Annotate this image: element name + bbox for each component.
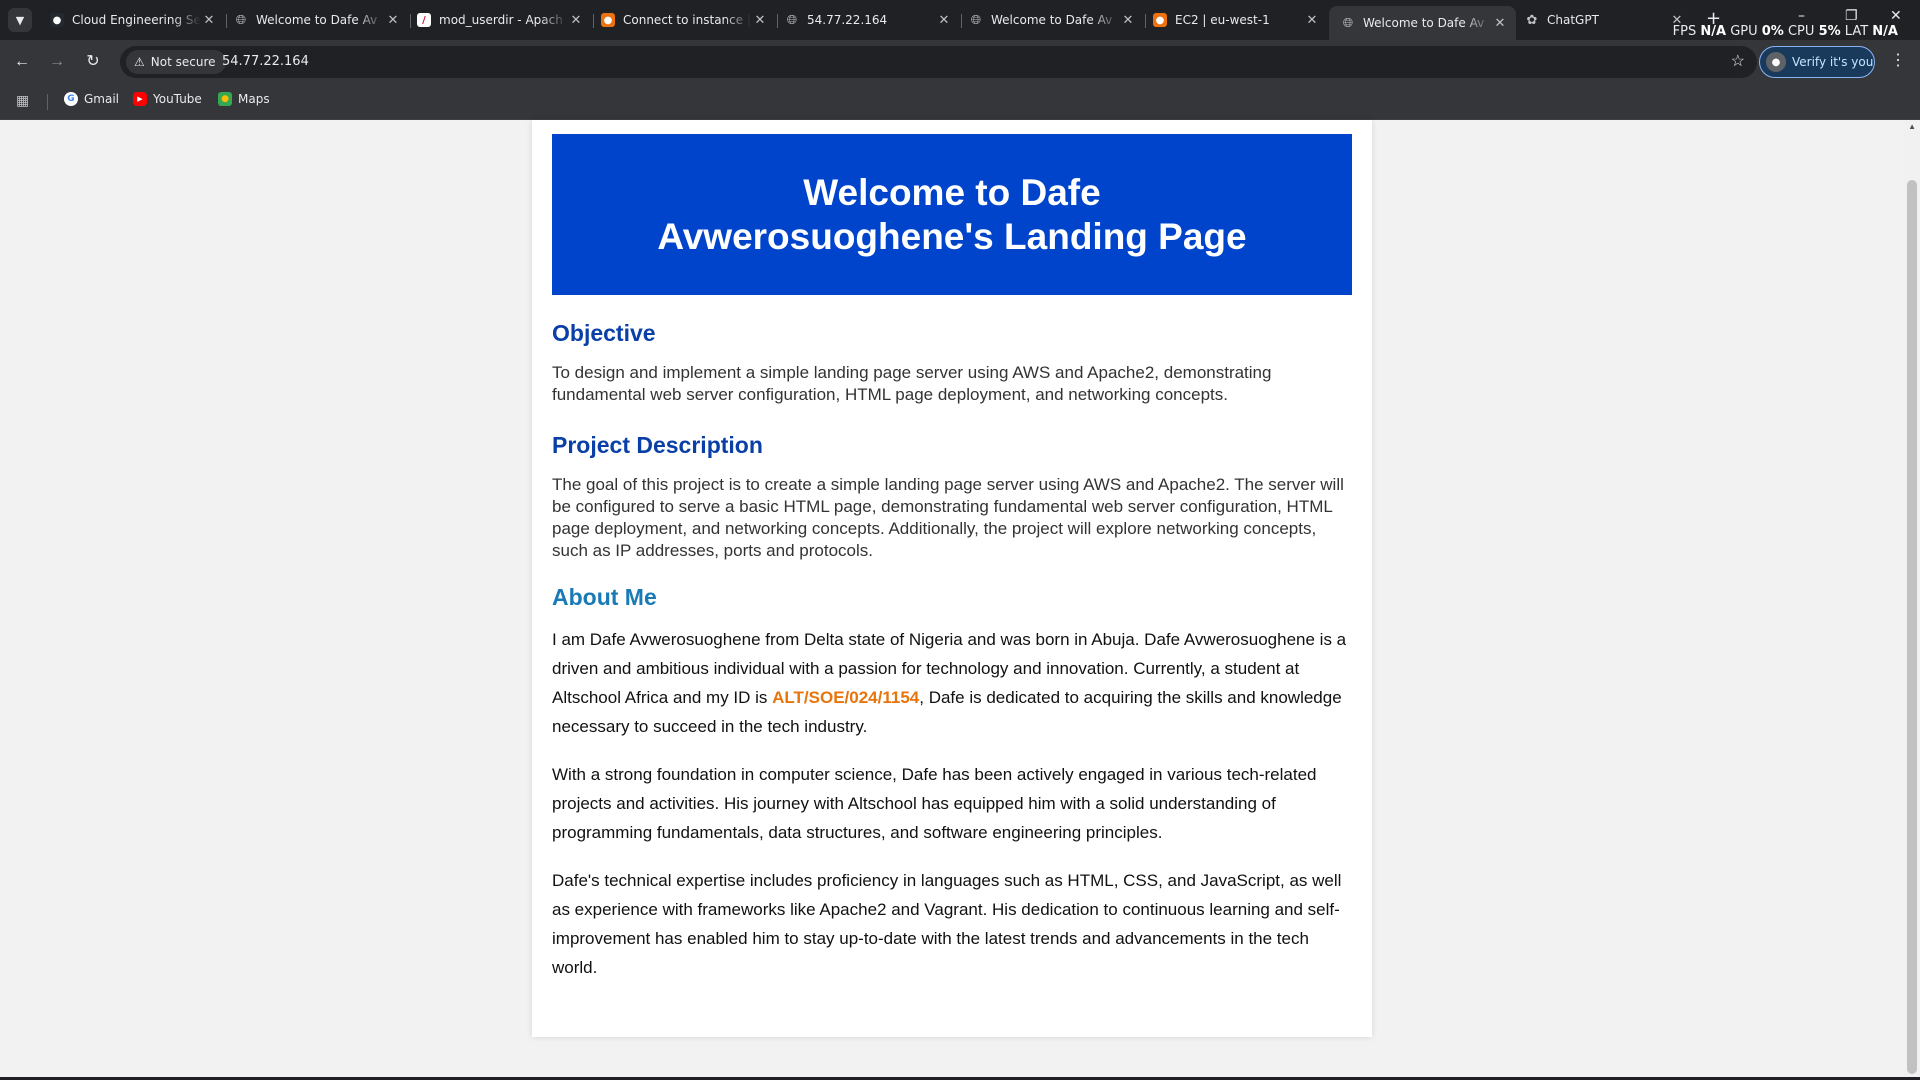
main-content: Objective To design and implement a simp… [552,318,1352,982]
bookmark-youtube[interactable]: ▶ YouTube [133,92,202,106]
project-description-heading: Project Description [552,432,763,458]
apps-grid-icon[interactable]: ▦ [16,93,29,109]
bookmark-label: Maps [238,92,270,106]
restore-icon: ❐ [1845,8,1858,24]
close-icon[interactable]: ✕ [1304,13,1320,28]
tab[interactable]: ✿ ChatGPT ✕ [1513,6,1693,34]
tab-title: 54.77.22.164 [807,13,888,27]
google-icon: G [64,92,78,106]
student-id: ALT/SOE/024/1154 [772,688,920,707]
close-icon[interactable]: ✕ [936,13,952,28]
close-icon[interactable]: ✕ [1120,13,1136,28]
aws-icon: ● [1153,13,1167,27]
gpu-value: 0% [1761,24,1784,39]
about-paragraph-3: Dafe's technical expertise includes prof… [552,871,1342,977]
back-button[interactable]: ← [10,50,34,74]
tab[interactable]: ● Cloud Engineering Se ✕ [38,6,225,34]
tab[interactable]: ● Connect to instance | ✕ [589,6,776,34]
apache-icon: / [417,13,431,27]
tab-strip: ▼ ● Cloud Engineering Se ✕ 🌐︎ Welcome to… [0,0,1920,40]
reload-button[interactable]: ↻ [81,50,105,74]
tab[interactable]: 🌐︎ Welcome to Dafe Av ✕ [957,6,1144,34]
browser-menu-button[interactable]: ⋮ [1890,50,1906,70]
tab-title: Connect to instance | [623,13,751,27]
bookmarks-divider [47,94,48,110]
content-card: Welcome to Dafe Avwerosuoghene's Landing… [532,120,1372,1037]
about-me-heading: About Me [552,584,657,610]
about-paragraph-2: With a strong foundation in computer sci… [552,765,1317,842]
forward-button[interactable]: → [45,50,69,74]
security-label: Not secure [150,55,216,69]
tab-title: Welcome to Dafe Av [991,13,1113,27]
fps-value: N/A [1700,24,1727,39]
tab-title: mod_userdir - Apach [439,13,563,27]
browser-toolbar: ← → ↻ ⚠ Not secure 54.77.22.164 ☆ ● Veri… [0,40,1920,84]
tab-title: ChatGPT [1547,13,1599,27]
tab-title: Welcome to Dafe Av [1363,16,1485,30]
bookmarks-bar: ▦ G Gmail ▶ YouTube ● Maps [0,84,1920,120]
maps-icon: ● [218,92,232,106]
aws-icon: ● [601,13,615,27]
tab[interactable]: ● EC2 | eu-west-1 ✕ [1141,6,1328,34]
bookmark-label: YouTube [153,92,202,106]
globe-icon: 🌐︎ [1342,15,1354,31]
lat-value: N/A [1872,24,1898,39]
github-icon: ● [50,13,64,27]
close-icon[interactable]: ✕ [385,13,401,28]
tab-title: Welcome to Dafe Av [256,13,378,27]
gpu-label: GPU [1730,24,1758,39]
lat-label: LAT [1844,24,1869,39]
globe-icon: 🌐︎ [235,12,247,28]
bookmark-maps[interactable]: ● Maps [218,92,270,106]
window-close-button[interactable]: ✕ [1890,8,1902,24]
globe-icon: 🌐︎ [970,12,982,28]
bookmark-star-icon[interactable]: ☆ [1731,51,1745,71]
warning-icon: ⚠ [134,55,145,69]
tab-title: EC2 | eu-west-1 [1175,13,1270,27]
header-banner: Welcome to Dafe Avwerosuoghene's Landing… [552,134,1352,295]
forward-arrow-icon: → [49,53,65,70]
project-description-text: The goal of this project is to create a … [552,475,1344,560]
tab-title: Cloud Engineering Se [72,13,201,27]
performance-overlay: FPS N/A GPU 0% CPU 5% LAT N/A [1673,24,1898,39]
close-icon[interactable]: ✕ [568,13,584,28]
fps-label: FPS [1672,24,1697,39]
profile-button[interactable]: ● Verify it's you [1759,46,1875,78]
tab[interactable]: / mod_userdir - Apach ✕ [405,6,592,34]
bookmark-label: Gmail [84,92,120,106]
scroll-up-icon[interactable]: ▲ [1908,122,1916,131]
tab-search-button[interactable]: ▼ [8,8,32,32]
tab[interactable]: 🌐︎ Welcome to Dafe Av ✕ [222,6,409,34]
chatgpt-icon: ✿ [1526,12,1538,28]
chevron-down-icon: ▼ [15,13,25,27]
avatar: ● [1766,52,1786,72]
tab-active[interactable]: 🌐︎ Welcome to Dafe Av ✕ [1329,6,1516,40]
address-bar[interactable]: ⚠ Not secure 54.77.22.164 ☆ [120,46,1757,78]
cpu-label: CPU [1787,24,1815,39]
page-title: Welcome to Dafe Avwerosuoghene's Landing… [657,171,1247,257]
globe-icon: 🌐︎ [786,12,798,28]
cpu-value: 5% [1818,24,1841,39]
reload-icon: ↻ [86,53,100,70]
profile-label: Verify it's you [1792,55,1874,69]
objective-heading: Objective [552,320,656,346]
close-icon[interactable]: ✕ [201,13,217,28]
close-icon: ✕ [1890,8,1902,24]
security-indicator[interactable]: ⚠ Not secure [126,50,226,74]
scrollbar-thumb[interactable] [1907,180,1917,1074]
close-icon[interactable]: ✕ [752,13,768,28]
bookmark-gmail[interactable]: G Gmail [64,92,119,106]
tab[interactable]: 🌐︎ 54.77.22.164 ✕ [773,6,960,34]
objective-text: To design and implement a simple landing… [552,363,1272,404]
url-text[interactable]: 54.77.22.164 [222,54,309,69]
minimize-button[interactable]: – [1798,8,1805,24]
back-arrow-icon: ← [14,53,30,70]
restore-button[interactable]: ❐ [1845,8,1858,24]
minimize-icon: – [1798,8,1805,24]
youtube-icon: ▶ [133,92,147,106]
more-vertical-icon: ⋮ [1890,52,1906,69]
close-icon[interactable]: ✕ [1492,16,1508,31]
about-paragraph-1: I am Dafe Avwerosuoghene from Delta stat… [552,625,1352,741]
